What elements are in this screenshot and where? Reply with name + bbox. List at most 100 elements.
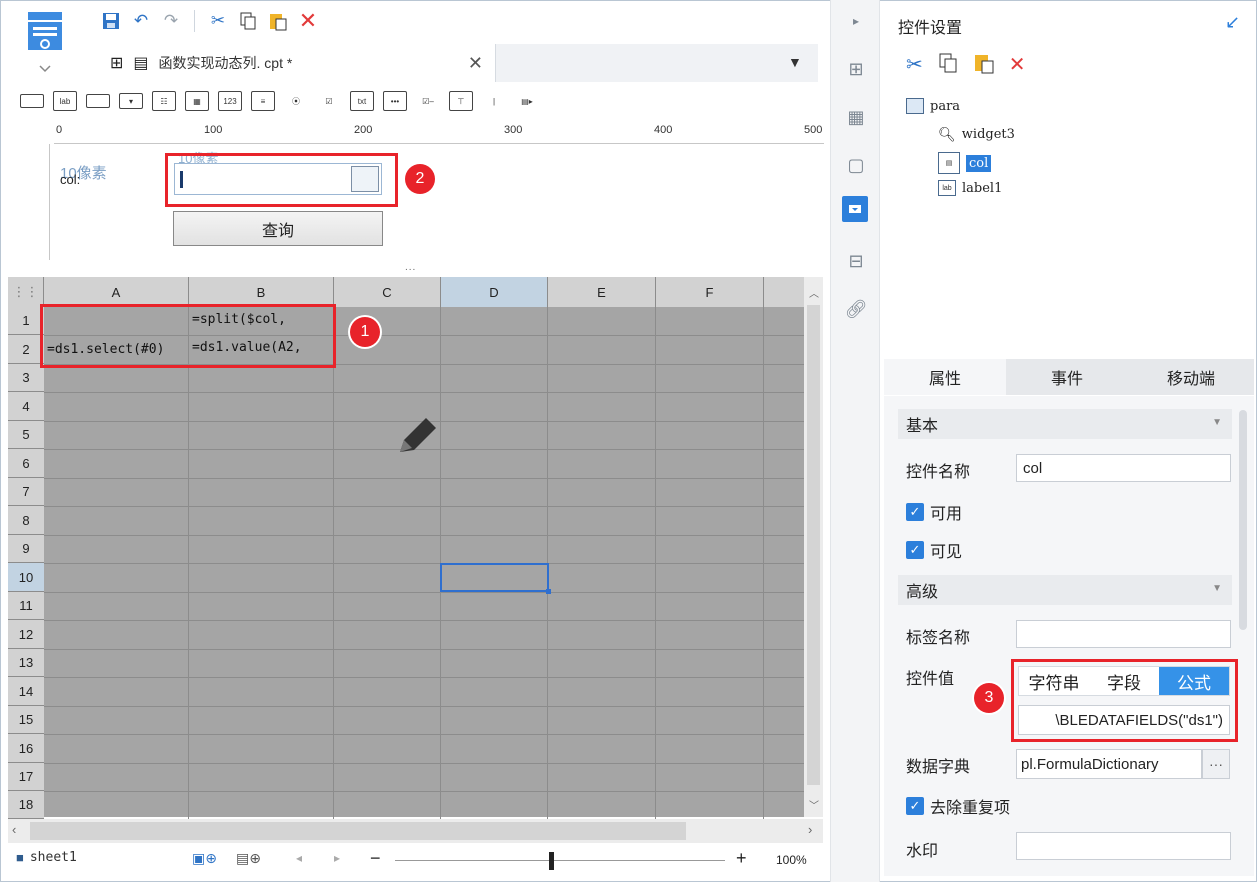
row-header-1[interactable]: 1 [8,307,44,335]
tab-events[interactable]: 事件 [1006,359,1128,395]
password-widget-icon[interactable]: ••• [383,91,407,111]
tree-node-para[interactable]: para [906,98,960,114]
copy-icon[interactable] [235,8,261,34]
row-header-15[interactable]: 15 [8,706,44,734]
splitter-handle[interactable]: ... [405,262,416,273]
widget-settings-icon[interactable] [842,196,868,222]
button-widget-icon[interactable] [86,94,110,108]
column-header-c[interactable]: C [334,277,441,307]
section-basic[interactable]: 基本 ▼ [898,409,1232,439]
add-sheet-icon[interactable]: ▣⊕ [192,850,217,867]
query-button[interactable]: 查询 [173,211,383,246]
zoom-out-icon[interactable]: − [370,848,381,869]
copy-icon[interactable] [937,52,959,80]
tree-widget-icon[interactable]: ⊤ [449,91,473,111]
delete-icon[interactable]: ✕ [1009,52,1026,80]
checkbox-widget-icon[interactable]: ☑– [416,91,440,111]
scrollbar-thumb[interactable] [807,305,820,785]
scroll-down-icon[interactable]: ﹀ [809,797,819,812]
remove-duplicates-checkbox[interactable]: ✓ 去除重复项 [906,794,1010,818]
selected-cell-d10[interactable] [440,563,549,592]
select-all-icon[interactable]: ⋮⋮ [8,277,44,307]
column-header-b[interactable]: B [189,277,334,307]
watermark-field[interactable] [1016,832,1231,860]
number-widget-icon[interactable]: 123 [218,91,242,111]
row-header-9[interactable]: 9 [8,535,44,563]
radio-group-icon[interactable]: ⦿ [284,91,308,111]
row-header-16[interactable]: 16 [8,734,44,763]
combobox-widget-icon[interactable]: ▾ [119,93,143,109]
sheet-tab[interactable]: ■ sheet1 [16,850,77,865]
column-header-f[interactable]: F [656,277,764,307]
prev-sheet-icon[interactable]: ◂ [296,851,302,865]
checkbox-group-icon[interactable]: ☑ [317,91,341,111]
tab-properties[interactable]: 属性 [884,359,1006,395]
visible-checkbox[interactable]: ✓ 可见 [906,538,962,562]
save-icon[interactable] [98,8,124,34]
tab-menu-icon[interactable]: ▼ [788,54,802,70]
cell-attribute-icon[interactable]: ▦ [843,104,869,130]
paste-icon[interactable] [973,52,995,80]
column-header-e[interactable]: E [548,277,656,307]
row-header-7[interactable]: 7 [8,478,44,506]
scroll-left-icon[interactable]: ‹ [12,822,16,837]
widget-name-field[interactable]: col [1016,454,1231,482]
scroll-up-icon[interactable]: ︿ [809,285,819,300]
more-button[interactable]: ··· [1202,749,1230,779]
row-header-4[interactable]: 4 [8,392,44,421]
scrollbar-thumb[interactable] [30,822,686,840]
next-sheet-icon[interactable]: ▸ [334,851,340,865]
more-widgets-icon[interactable]: ▤▸ [515,91,539,111]
column-header-a[interactable]: A [44,277,189,307]
zoom-slider-track[interactable] [395,860,725,861]
paste-icon[interactable] [265,8,291,34]
zoom-slider-handle[interactable] [549,852,554,870]
row-header-8[interactable]: 8 [8,506,44,535]
pin-icon[interactable]: ↙ [1225,12,1240,33]
text-widget-icon[interactable]: txt [350,91,374,111]
label-widget-icon[interactable]: lab [53,91,77,111]
row-header-6[interactable]: 6 [8,449,44,478]
row-header-13[interactable]: 13 [8,649,44,677]
close-icon[interactable]: ✕ [468,53,483,74]
tree-node-label1[interactable]: lab label1 [938,180,1002,196]
column-header-d[interactable]: D [441,277,548,307]
row-header-2[interactable]: 2 [8,335,44,364]
data-dictionary-field[interactable]: pl.FormulaDictionary [1016,749,1202,779]
row-header-17[interactable]: 17 [8,763,44,791]
section-advanced[interactable]: 高级 ▼ [898,575,1232,605]
row-header-5[interactable]: 5 [8,421,44,449]
tree-node-col[interactable]: ▤ col [938,152,992,174]
row-header-11[interactable]: 11 [8,592,44,620]
collapse-arrow-icon[interactable]: ▸ [843,8,869,34]
fill-handle[interactable] [546,589,551,594]
cut-icon[interactable]: ✂ [906,52,923,80]
zoom-in-icon[interactable]: + [736,848,747,869]
delete-icon[interactable]: ✕ [295,8,321,34]
float-element-icon[interactable]: ▢ [843,152,869,178]
app-menu-icon[interactable] [22,8,72,76]
redo-icon[interactable]: ↷ [158,8,184,34]
add-poly-sheet-icon[interactable]: ▤⊕ [236,850,261,867]
enabled-checkbox[interactable]: ✓ 可用 [906,500,962,524]
row-header-12[interactable]: 12 [8,620,44,649]
date-widget-icon[interactable]: ▦ [185,91,209,111]
hyperlink-icon[interactable]: 🔗︎ [843,296,869,322]
dropdown-tree-icon[interactable]: ☷ [152,91,176,111]
document-tab[interactable]: ⊞ ▤ 函数实现动态列. cpt * ✕ [98,44,496,82]
textarea-widget-icon[interactable]: ≡ [251,91,275,111]
cell-element-icon[interactable]: ⊞ [843,56,869,82]
tree-node-widget3[interactable]: 🔍︎ widget3 [938,126,1015,143]
row-header-10[interactable]: 10 [8,563,44,592]
widget-library-icon[interactable]: ⊟ [843,248,869,274]
undo-icon[interactable]: ↶ [128,8,154,34]
row-header-18[interactable]: 18 [8,791,44,819]
row-header-3[interactable]: 3 [8,364,44,392]
row-header-14[interactable]: 14 [8,677,44,706]
cut-icon[interactable]: ✂ [205,8,231,34]
panel-scrollbar[interactable] [1239,410,1247,630]
textbox-widget-icon[interactable] [20,94,44,108]
vertical-scrollbar[interactable]: ︿ ﹀ [804,277,823,817]
tab-mobile[interactable]: 移动端 [1128,359,1254,395]
tag-name-field[interactable] [1016,620,1231,648]
